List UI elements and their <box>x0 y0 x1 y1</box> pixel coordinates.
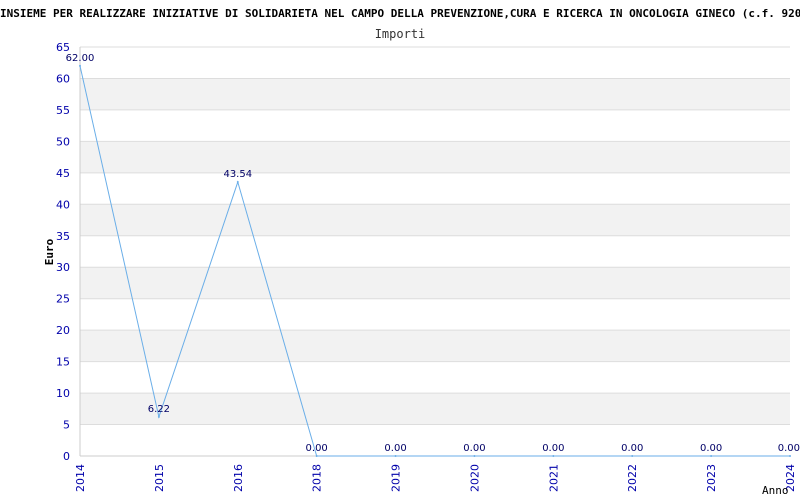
x-tick-label: 2014 <box>74 464 87 492</box>
data-label: 0.00 <box>700 443 722 454</box>
data-point <box>473 455 476 457</box>
chart-title: INSIEME PER REALIZZARE INIZIATIVE DI SOL… <box>0 7 800 20</box>
line-chart: INSIEME PER REALIZZARE INIZIATIVE DI SOL… <box>0 7 800 497</box>
x-axis-tick-labels: 2014 2015 2016 2018 2019 2020 2021 2022 2023 2024 <box>74 464 797 492</box>
data-label: 43.54 <box>223 169 252 180</box>
y-tick-label: 30 <box>56 261 70 274</box>
y-tick-label: 10 <box>56 387 70 400</box>
grid-band <box>80 393 790 425</box>
data-point <box>79 64 81 67</box>
data-point <box>552 455 555 457</box>
x-tick-label: 2021 <box>547 464 560 492</box>
data-label: 0.00 <box>778 443 800 454</box>
chart-subtitle: Importi <box>375 27 426 41</box>
data-label: 0.00 <box>306 443 328 454</box>
data-label: 6.22 <box>148 404 170 415</box>
x-tick-label: 2018 <box>311 464 324 492</box>
y-tick-label: 15 <box>56 356 70 369</box>
y-tick-label: 50 <box>56 135 70 148</box>
data-point <box>789 455 791 457</box>
data-label: 0.00 <box>621 443 643 454</box>
grid-band <box>80 267 790 299</box>
data-label: 0.00 <box>463 443 485 454</box>
y-axis-tick-labels: 05101520253035404550556065 <box>56 41 70 463</box>
x-axis-title: Anno <box>762 484 789 497</box>
data-point <box>710 455 713 457</box>
data-point <box>157 415 160 418</box>
y-axis-title: Euro <box>43 238 56 265</box>
data-label: 62.00 <box>66 53 95 64</box>
y-tick-label: 55 <box>56 104 70 117</box>
y-tick-label: 40 <box>56 198 70 211</box>
data-label: 0.00 <box>384 443 406 454</box>
x-tick-label: 2015 <box>153 464 166 492</box>
data-point <box>394 455 397 457</box>
x-tick-label: 2019 <box>390 464 403 492</box>
data-point <box>631 455 634 457</box>
y-tick-label: 60 <box>56 72 70 85</box>
y-tick-label: 5 <box>63 419 70 432</box>
data-point <box>236 181 239 184</box>
grid-band <box>80 204 790 236</box>
y-tick-label: 45 <box>56 167 70 180</box>
data-label: 0.00 <box>542 443 564 454</box>
x-tick-label: 2022 <box>626 464 639 492</box>
grid-band <box>80 78 790 110</box>
y-tick-label: 35 <box>56 230 70 243</box>
x-tick-label: 2023 <box>705 464 718 492</box>
y-tick-label: 0 <box>63 450 70 463</box>
y-tick-label: 20 <box>56 324 70 337</box>
plot-background-bands <box>80 78 790 425</box>
y-tick-label: 25 <box>56 293 70 306</box>
x-tick-label: 2020 <box>468 464 481 492</box>
data-point <box>315 455 318 457</box>
x-tick-label: 2016 <box>232 464 245 492</box>
grid-band <box>80 141 790 173</box>
